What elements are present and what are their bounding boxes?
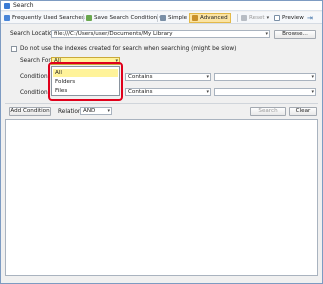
toolbar-overflow-button[interactable]: ⇥	[307, 13, 313, 23]
toolbar: Frequently Used Searches ▾ Save Search C…	[1, 12, 322, 24]
clear-button[interactable]: Clear	[289, 107, 317, 116]
reset-button[interactable]: Reset ▾	[241, 13, 269, 23]
search-results-pane[interactable]	[5, 119, 318, 276]
window-title: Search	[13, 2, 34, 9]
toolbar-divider	[237, 14, 238, 22]
frequently-used-searches-button[interactable]: Frequently Used Searches ▾	[4, 13, 89, 23]
advanced-search-icon	[192, 15, 198, 21]
reset-icon	[241, 15, 247, 21]
save-search-condition-button[interactable]: Save Search Condition ▾	[86, 13, 162, 23]
chevron-down-icon[interactable]: ▾	[265, 31, 268, 37]
highlight-annotation	[48, 62, 123, 101]
chevron-down-icon: ▾	[206, 89, 209, 95]
preview-button[interactable]: Preview	[274, 13, 304, 23]
search-button[interactable]: Search	[250, 107, 286, 116]
toolbar-divider	[83, 14, 84, 22]
condition-label-1: Condition:	[20, 74, 50, 80]
add-condition-button[interactable]: Add Condition	[9, 107, 51, 116]
chevron-down-icon: ▾	[311, 74, 314, 80]
search-window: Search Frequently Used Searches ▾ Save S…	[0, 0, 323, 284]
chevron-down-icon: ▾	[266, 15, 270, 21]
toolbar-divider	[157, 14, 158, 22]
app-icon	[4, 3, 10, 9]
condition-operator-select-1[interactable]: Contains ▾	[125, 73, 211, 81]
advanced-mode-button[interactable]: Advanced	[189, 13, 231, 23]
condition-value-field-1[interactable]: ▾	[214, 73, 316, 81]
condition-label-2: Condition:	[20, 90, 50, 96]
no-index-checkbox[interactable]	[11, 46, 17, 52]
chevron-down-icon: ▾	[206, 74, 209, 80]
chevron-down-icon: ▾	[107, 108, 110, 114]
divider	[5, 103, 318, 104]
save-icon	[86, 15, 92, 21]
chevron-down-icon: ▾	[311, 89, 314, 95]
simple-mode-button[interactable]: Simple	[160, 13, 187, 23]
search-location-field[interactable]: file:///C:/Users/user/Documents/My Libra…	[51, 30, 270, 38]
search-icon	[160, 15, 166, 21]
pin-icon: ⇥	[307, 14, 313, 22]
browse-button[interactable]: Browse...	[274, 30, 316, 39]
relation-select[interactable]: AND ▾	[80, 107, 112, 115]
preview-icon	[274, 15, 280, 21]
condition-value-field-2[interactable]: ▾	[214, 88, 316, 96]
title-bar: Search	[1, 1, 322, 11]
folder-search-icon	[4, 15, 10, 21]
no-index-label: Do not use the indexes created for searc…	[20, 46, 237, 52]
condition-operator-select-2[interactable]: Contains ▾	[125, 88, 211, 96]
